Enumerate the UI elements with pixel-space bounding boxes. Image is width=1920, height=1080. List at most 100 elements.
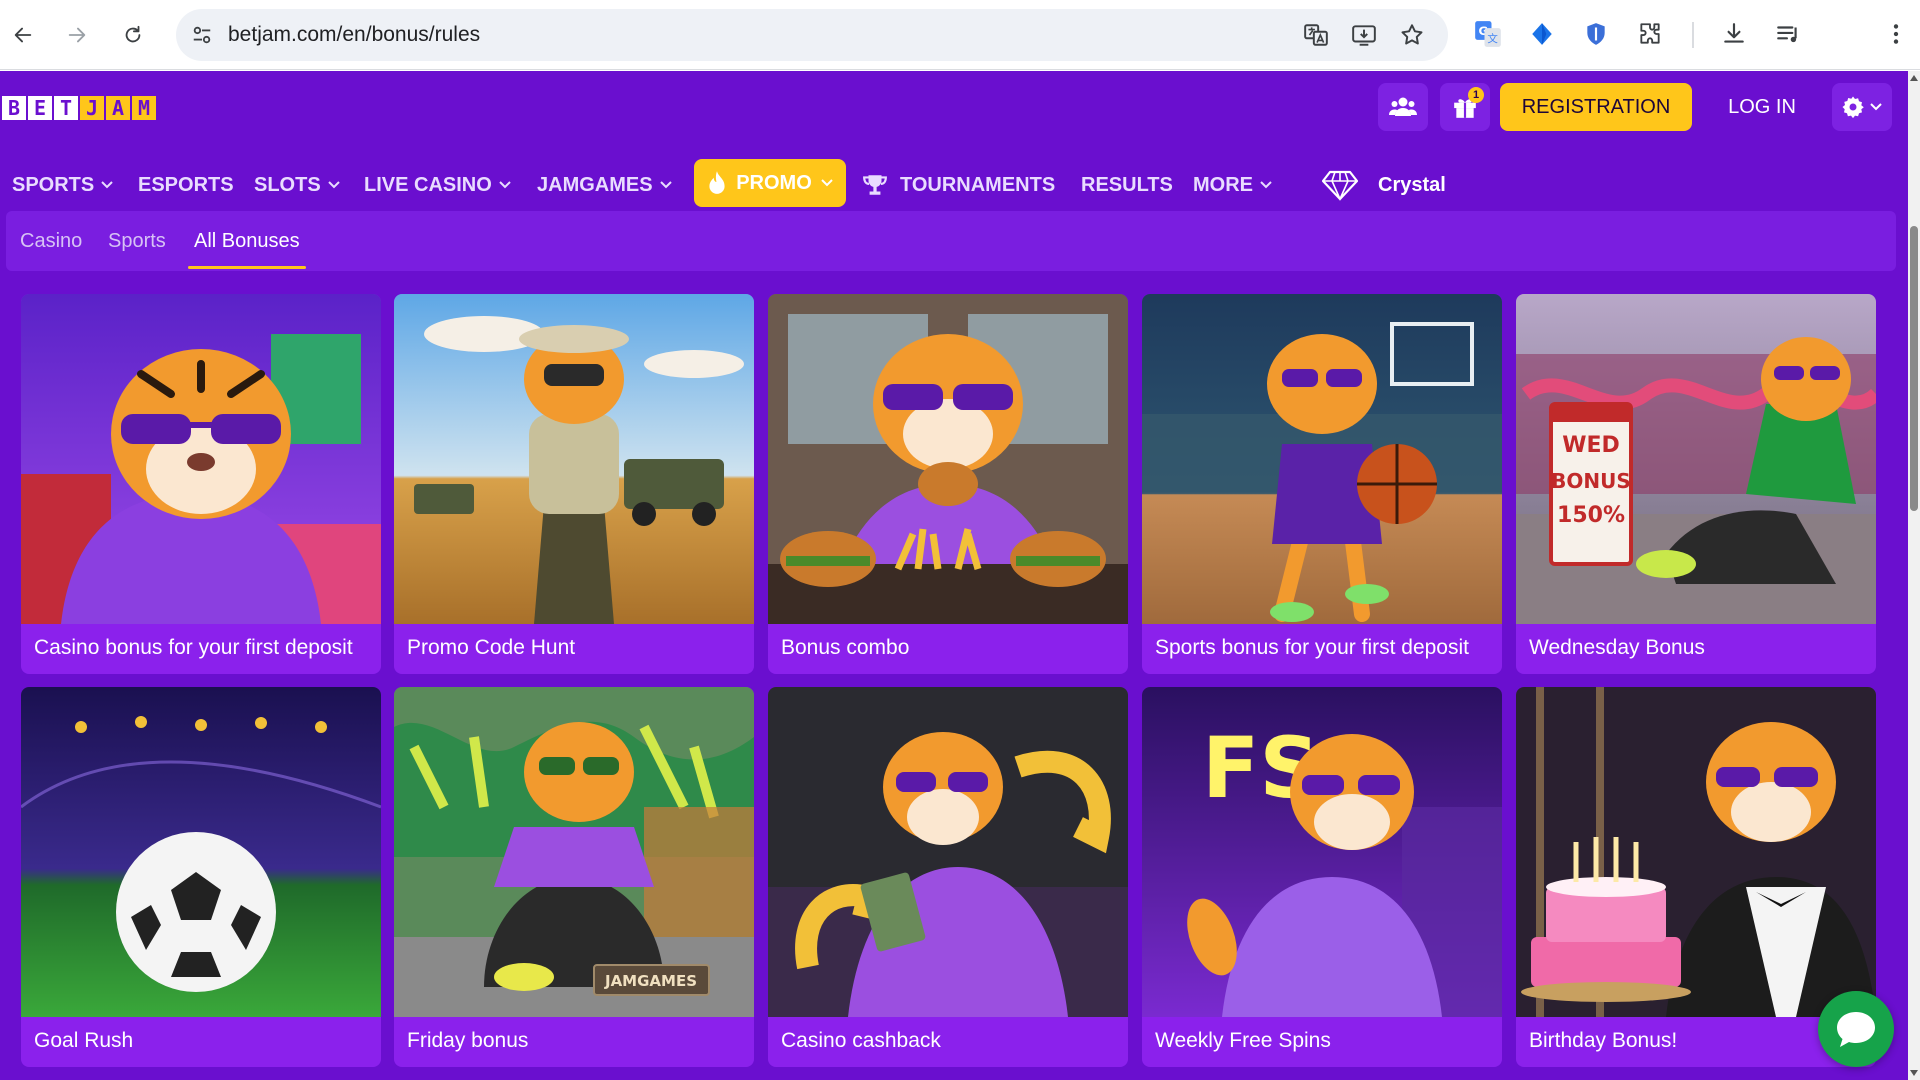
bonus-card-title: Birthday Bonus! bbox=[1529, 1029, 1678, 1052]
bonus-card-title: Bonus combo bbox=[781, 636, 910, 659]
install-app-icon[interactable] bbox=[1350, 21, 1378, 49]
wed-sign-line: 150% bbox=[1557, 503, 1625, 528]
scrollbar-thumb[interactable] bbox=[1910, 226, 1918, 511]
trophy-icon bbox=[863, 175, 887, 195]
login-button[interactable]: LOG IN bbox=[1704, 83, 1820, 131]
forward-button[interactable] bbox=[58, 16, 96, 54]
nav-crystal[interactable]: Crystal bbox=[1322, 153, 1446, 217]
betjam-logo[interactable]: B E T J A M bbox=[2, 96, 156, 120]
nav-sports[interactable]: SPORTS bbox=[12, 153, 114, 217]
gear-icon bbox=[1842, 96, 1864, 119]
users-icon bbox=[1389, 97, 1417, 116]
main-navigation: SPORTS ESPORTS SLOTS LIVE CASINO JAMGAME… bbox=[0, 153, 1908, 217]
bonus-card-image: WED BONUS 150% bbox=[1516, 294, 1876, 624]
extensions-puzzle-icon[interactable] bbox=[1634, 18, 1666, 50]
back-button[interactable] bbox=[4, 16, 42, 54]
logo-letter: J bbox=[80, 96, 104, 120]
wed-sign-line: BONUS bbox=[1551, 469, 1631, 493]
bonus-card-image bbox=[21, 687, 381, 1017]
diamond-icon bbox=[1322, 170, 1358, 201]
media-queue-icon[interactable] bbox=[1772, 18, 1804, 50]
bookmark-star-icon[interactable] bbox=[1398, 21, 1426, 49]
bonus-card[interactable]: Casino bonus for your first deposit bbox=[21, 294, 381, 674]
nav-live-casino[interactable]: LIVE CASINO bbox=[356, 153, 520, 217]
reload-icon bbox=[125, 25, 141, 43]
promo-label: PROMO bbox=[736, 171, 812, 194]
toolbar-divider bbox=[1692, 22, 1694, 48]
scroll-up-arrow[interactable] bbox=[1910, 75, 1918, 81]
bonus-card[interactable]: Bonus combo bbox=[768, 294, 1128, 674]
logo-letter: T bbox=[54, 96, 78, 120]
registration-button[interactable]: REGISTRATION bbox=[1500, 83, 1692, 131]
bonus-filter-tabs: Casino Sports All Bonuses bbox=[6, 211, 1896, 271]
friends-button[interactable] bbox=[1378, 83, 1428, 131]
chevron-down-icon bbox=[1870, 103, 1882, 111]
nav-jamgames[interactable]: JAMGAMES bbox=[537, 153, 673, 217]
bonus-card-title: Promo Code Hunt bbox=[407, 636, 576, 659]
nav-label: ESPORTS bbox=[138, 173, 234, 196]
bonus-card[interactable]: Promo Code Hunt bbox=[394, 294, 754, 674]
url-text[interactable]: betjam.com/en/bonus/rules bbox=[228, 23, 480, 47]
nav-label: LIVE CASINO bbox=[364, 173, 492, 196]
bonus-card[interactable]: FS Weekly Free Spins bbox=[1142, 687, 1502, 1067]
bonus-card-title: Wednesday Bonus bbox=[1529, 636, 1705, 659]
bonus-card-image bbox=[1516, 687, 1876, 1017]
chevron-down-icon bbox=[101, 181, 113, 189]
tab-all-bonuses[interactable]: All Bonuses bbox=[188, 211, 306, 271]
diamond-extension-icon[interactable] bbox=[1526, 18, 1558, 50]
bonus-card-image bbox=[1142, 294, 1502, 624]
bonus-card-title: Friday bonus bbox=[407, 1029, 529, 1052]
translate-icon[interactable] bbox=[1302, 21, 1330, 49]
scroll-down-arrow[interactable] bbox=[1910, 1070, 1918, 1076]
gifts-button[interactable]: 1 bbox=[1440, 83, 1490, 131]
nav-more[interactable]: MORE bbox=[1193, 153, 1273, 217]
nav-promo-button[interactable]: PROMO bbox=[694, 159, 846, 207]
chevron-down-icon bbox=[499, 181, 511, 189]
bonus-card-title: Goal Rush bbox=[34, 1029, 134, 1052]
bonus-card-image: JAMGAMES bbox=[394, 687, 754, 1017]
nav-slots[interactable]: SLOTS bbox=[254, 153, 341, 217]
bonus-card-title: Casino cashback bbox=[781, 1029, 941, 1052]
reload-button[interactable] bbox=[114, 16, 152, 54]
google-translate-extension-icon[interactable]: G文 bbox=[1472, 18, 1504, 50]
nav-label: TOURNAMENTS bbox=[900, 173, 1056, 196]
bonus-card[interactable]: JAMGAMES Friday bonus bbox=[394, 687, 754, 1067]
logo-letter: M bbox=[132, 96, 156, 120]
bonus-card-title: Sports bonus for your first deposit bbox=[1155, 636, 1469, 659]
address-bar[interactable]: betjam.com/en/bonus/rules bbox=[176, 9, 1448, 61]
nav-label: SLOTS bbox=[254, 173, 321, 196]
bonus-card[interactable]: WED BONUS 150% Wednesday Bonus bbox=[1516, 294, 1876, 674]
downloads-icon[interactable] bbox=[1718, 18, 1750, 50]
nav-esports[interactable]: ESPORTS bbox=[138, 153, 234, 217]
bonus-card[interactable]: Casino cashback bbox=[768, 687, 1128, 1067]
nav-tournaments[interactable]: TOURNAMENTS bbox=[862, 153, 1055, 217]
browser-toolbar: betjam.com/en/bonus/rules G文 bbox=[0, 0, 1920, 70]
page-scrollbar[interactable] bbox=[1908, 71, 1920, 1080]
logo-letter: E bbox=[28, 96, 52, 120]
flame-icon bbox=[709, 171, 725, 194]
bonus-card-image bbox=[768, 294, 1128, 624]
bonus-card-title: Casino bonus for your first deposit bbox=[34, 636, 353, 659]
nav-label: Crystal bbox=[1378, 173, 1446, 196]
nav-label: SPORTS bbox=[12, 173, 95, 196]
jamgames-sign: JAMGAMES bbox=[604, 972, 697, 990]
bonus-card-image bbox=[394, 294, 754, 624]
bonus-card[interactable]: Goal Rush bbox=[21, 687, 381, 1067]
site-info-icon[interactable] bbox=[188, 21, 216, 49]
tab-casino[interactable]: Casino bbox=[20, 211, 82, 271]
nav-results[interactable]: RESULTS bbox=[1081, 153, 1173, 217]
nav-label: JAMGAMES bbox=[537, 173, 653, 196]
nav-label: MORE bbox=[1193, 173, 1253, 196]
bonus-card[interactable]: Sports bonus for your first deposit bbox=[1142, 294, 1502, 674]
live-chat-button[interactable] bbox=[1818, 991, 1894, 1067]
browser-menu-icon[interactable] bbox=[1880, 18, 1912, 50]
chevron-down-icon bbox=[1260, 181, 1272, 189]
settings-button[interactable] bbox=[1832, 83, 1892, 131]
shield-extension-icon[interactable] bbox=[1580, 18, 1612, 50]
wed-sign-line: WED bbox=[1562, 433, 1620, 458]
logo-letter: B bbox=[2, 96, 26, 120]
chevron-down-icon bbox=[659, 181, 672, 189]
bonus-card-image bbox=[21, 294, 381, 624]
nav-label: RESULTS bbox=[1081, 173, 1173, 196]
tab-sports[interactable]: Sports bbox=[108, 211, 166, 271]
